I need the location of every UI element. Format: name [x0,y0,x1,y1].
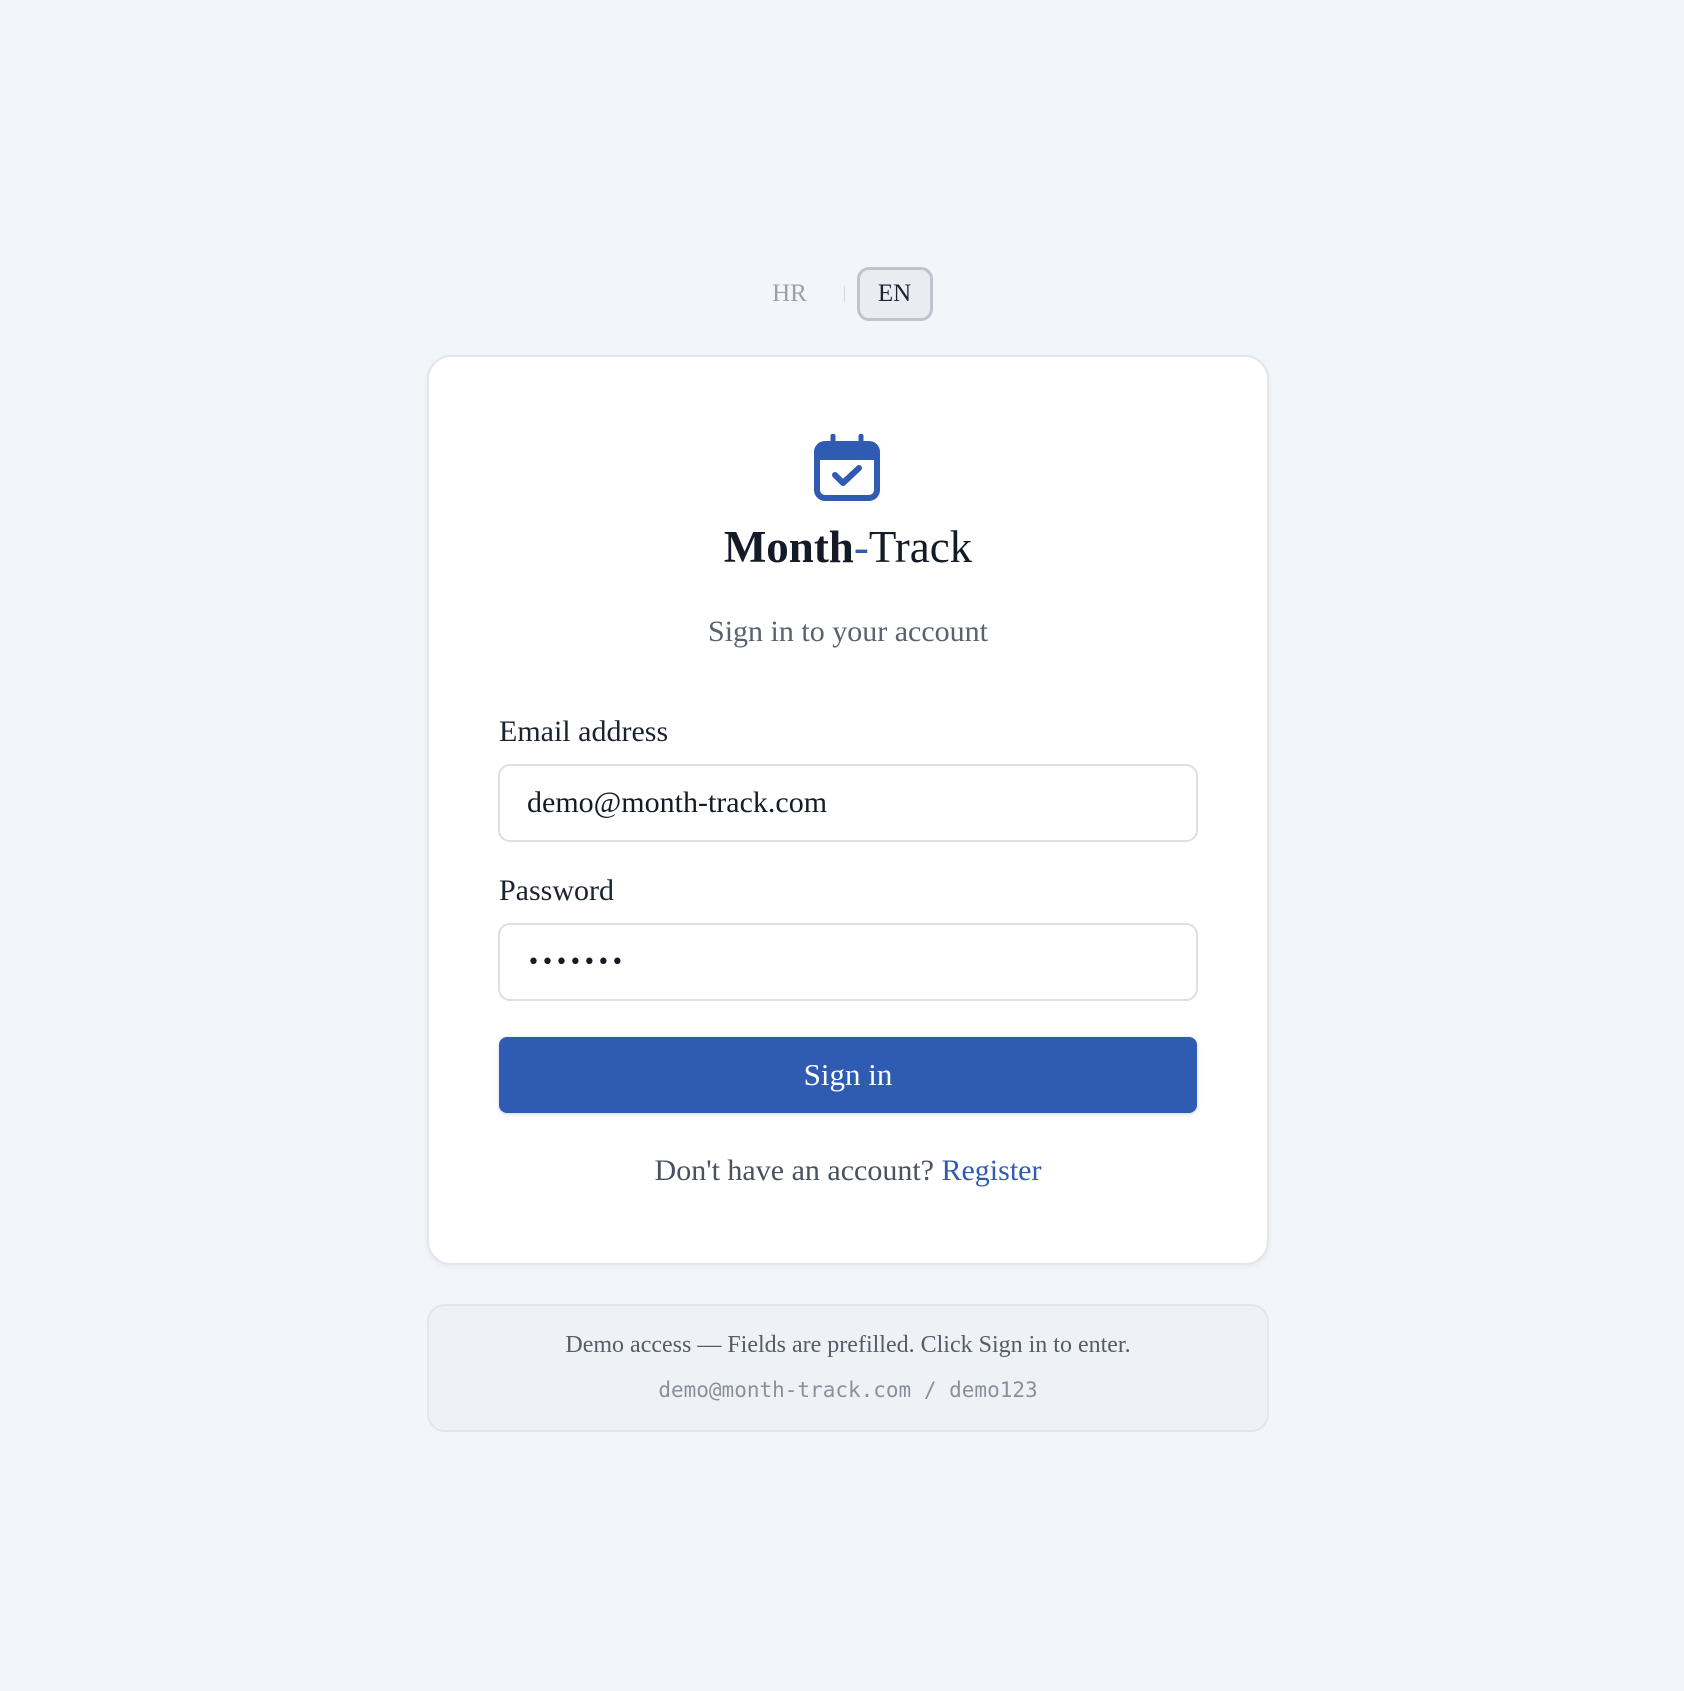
brand-name: Month-Track [429,525,1267,570]
lang-hr-button[interactable]: HR [752,267,828,321]
brand-separator: - [853,522,869,572]
demo-credentials: demo@month-track.com / demo123 [658,1378,1038,1402]
sign-in-button[interactable]: Sign in [499,1037,1197,1113]
register-link[interactable]: Register [941,1154,1041,1187]
password-field[interactable]: ••••••• [498,923,1198,1001]
email-field[interactable]: demo@month-track.com [498,764,1198,842]
login-subtitle: Sign in to your account [708,615,988,648]
demo-access-notice: Demo access — Fields are prefilled. Clic… [427,1304,1269,1432]
calendar-check-icon [814,434,880,501]
email-label: Email address [499,715,669,748]
lang-en-button[interactable]: EN [856,266,933,321]
language-switcher: HR EN [740,265,944,322]
no-account-text: Don't have an account? [654,1154,942,1187]
password-label: Password [499,874,615,907]
login-card: Month-Track Sign in to your account Emai… [427,355,1269,1265]
demo-access-text: Demo access — Fields are prefilled. Clic… [565,1332,1131,1358]
lang-divider [843,285,845,302]
brand-part2: Track [868,522,973,572]
brand-part1: Month [723,522,854,572]
register-prompt: Don't have an account? Register [429,1154,1267,1188]
